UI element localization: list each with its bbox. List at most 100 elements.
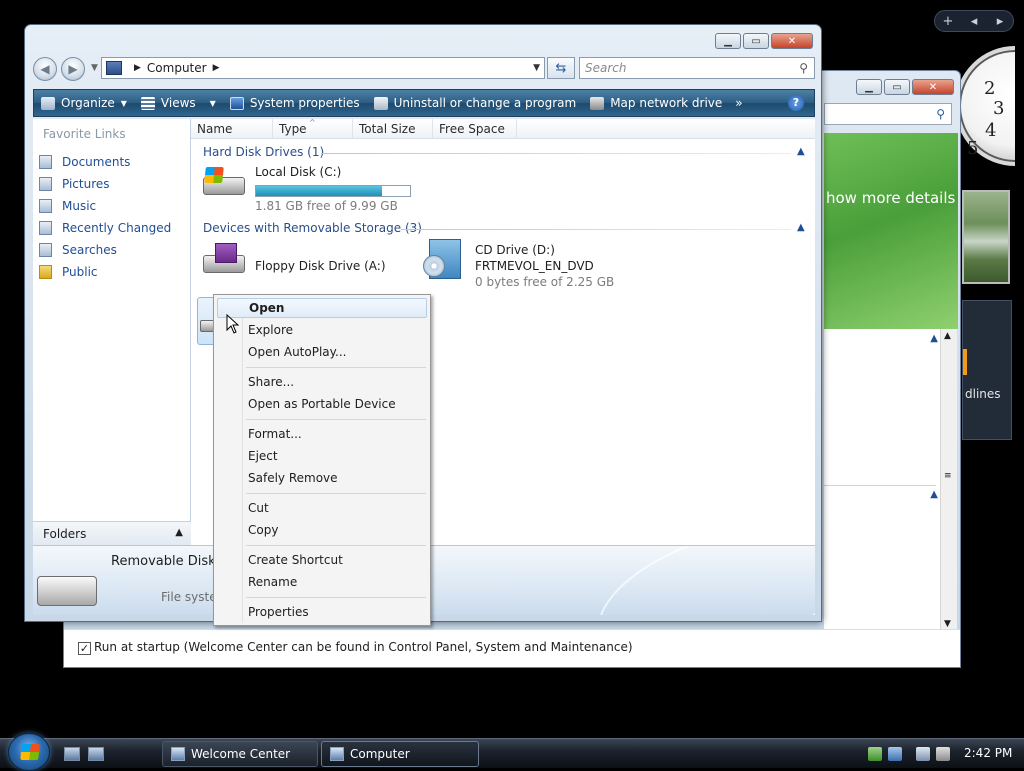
menu-item-eject[interactable]: Eject — [217, 446, 427, 466]
run-at-startup-label: Run at startup (Welcome Center can be fo… — [94, 640, 633, 654]
welcome-search-box[interactable]: ⚲ — [824, 103, 952, 125]
collapse-icon[interactable]: ▲ — [930, 333, 938, 344]
drive-cd-d[interactable]: CD Drive (D:) FRTMEVOL_EN_DVD 0 bytes fr… — [423, 239, 665, 289]
favorite-link-recently-changed[interactable]: Recently Changed — [39, 217, 171, 239]
network-drive-icon — [590, 96, 605, 110]
column-headers: Name Type ^ Total Size Free Space — [191, 118, 815, 139]
column-header-total-size[interactable]: Total Size — [353, 119, 433, 139]
favorite-link-music[interactable]: Music — [39, 195, 171, 217]
run-at-startup-checkbox[interactable]: ✓ — [78, 642, 91, 655]
switch-windows-icon[interactable] — [88, 747, 104, 761]
clock-number: 4 — [985, 120, 997, 141]
menu-item-properties[interactable]: Properties — [217, 602, 427, 622]
maximize-button[interactable]: ▭ — [884, 79, 910, 95]
close-button[interactable]: ✕ — [771, 33, 813, 49]
menu-item-cut[interactable]: Cut — [217, 498, 427, 518]
search-box[interactable]: Search ⚲ — [579, 57, 815, 79]
breadcrumb-computer[interactable]: Computer — [147, 61, 207, 75]
column-header-name[interactable]: Name — [191, 119, 273, 139]
maximize-button[interactable]: ▭ — [743, 33, 769, 49]
chevron-up-icon: ▲ — [175, 527, 183, 538]
uninstall-program-button[interactable]: Uninstall or change a program — [367, 90, 584, 116]
menu-separator — [246, 493, 426, 494]
menu-item-rename[interactable]: Rename — [217, 572, 427, 592]
views-button[interactable]: Views ▼ — [134, 90, 223, 116]
cd-drive-icon — [423, 239, 471, 279]
favorite-link-pictures[interactable]: Pictures — [39, 173, 171, 195]
organize-button[interactable]: Organize ▼ — [34, 90, 134, 116]
vertical-scrollbar[interactable]: ▲ ≡ ▼ — [940, 329, 957, 635]
favorite-link-searches[interactable]: Searches — [39, 239, 171, 261]
column-header-type[interactable]: Type ^ — [273, 118, 353, 139]
next-gadget-button[interactable]: ▸ — [991, 14, 1009, 29]
drive-local-disk-c[interactable]: Local Disk (C:) 1.81 GB free of 9.99 GB — [201, 165, 431, 213]
menu-item-open[interactable]: Open — [217, 298, 427, 318]
computer-icon — [330, 747, 344, 761]
minimize-button[interactable]: ▁ — [715, 33, 741, 49]
volume-muted-icon[interactable] — [936, 747, 950, 761]
close-button[interactable]: ✕ — [912, 79, 954, 95]
taskbar-button-label: Computer — [350, 747, 410, 761]
group-header-hard-disk-drives[interactable]: Hard Disk Drives (1) — [203, 145, 324, 161]
drive-floppy-a[interactable]: Floppy Disk Drive (A:) — [201, 243, 421, 287]
menu-item-explore[interactable]: Explore — [217, 320, 427, 340]
uninstall-icon — [373, 96, 388, 110]
show-more-details-link[interactable]: how more details — [826, 189, 955, 207]
security-center-icon[interactable] — [868, 747, 882, 761]
forward-button[interactable]: ▶ — [61, 57, 85, 81]
folder-icon — [39, 265, 52, 279]
recent-pages-dropdown[interactable]: ▼ — [91, 63, 98, 73]
collapse-group-icon[interactable]: ▲ — [797, 222, 805, 233]
slideshow-gadget[interactable] — [962, 190, 1010, 284]
collapse-group-icon[interactable]: ▲ — [797, 146, 805, 157]
taskbar-button-welcome-center[interactable]: Welcome Center — [162, 741, 318, 767]
collapse-icon[interactable]: ▲ — [930, 489, 938, 500]
network-icon[interactable] — [916, 747, 930, 761]
system-clock[interactable]: 2:42 PM — [964, 746, 1012, 760]
scroll-up-icon[interactable]: ▲ — [944, 331, 951, 341]
menu-item-open-as-portable-device[interactable]: Open as Portable Device — [217, 394, 427, 414]
menu-item-open-autoplay[interactable]: Open AutoPlay... — [217, 342, 427, 362]
windows-update-icon[interactable] — [888, 747, 902, 761]
help-icon[interactable]: ? — [788, 95, 804, 111]
system-properties-button[interactable]: System properties — [223, 90, 367, 116]
menu-item-create-shortcut[interactable]: Create Shortcut — [217, 550, 427, 570]
menu-item-format[interactable]: Format... — [217, 424, 427, 444]
scroll-down-icon[interactable]: ▼ — [944, 619, 951, 629]
address-bar[interactable]: ▶ Computer ▶ ▼ — [101, 57, 545, 79]
favorite-link-documents[interactable]: Documents — [39, 151, 171, 173]
add-gadget-button[interactable]: + — [939, 14, 957, 29]
column-header-free-space[interactable]: Free Space — [433, 119, 517, 139]
notification-area: 2:42 PM — [868, 743, 1018, 765]
start-button[interactable] — [8, 733, 50, 771]
breadcrumb-separator-icon[interactable]: ▶ — [213, 63, 220, 73]
folders-toggle[interactable]: Folders ▲ — [33, 521, 191, 545]
favorite-link-label: Documents — [62, 155, 131, 169]
more-commands-button[interactable]: » — [729, 96, 748, 110]
address-dropdown-icon[interactable]: ▼ — [533, 63, 540, 73]
menu-item-share[interactable]: Share... — [217, 372, 427, 392]
forward-arrow-icon: ▶ — [68, 62, 78, 76]
group-header-removable-storage[interactable]: Devices with Removable Storage (3) — [203, 221, 422, 237]
system-properties-label: System properties — [249, 96, 360, 110]
taskbar-button-computer[interactable]: Computer — [321, 741, 479, 767]
breadcrumb-separator-icon[interactable]: ▶ — [134, 63, 141, 73]
prev-gadget-button[interactable]: ◂ — [965, 14, 983, 29]
feed-headlines-gadget[interactable]: dlines — [962, 300, 1012, 440]
scroll-thumb-grip-icon[interactable]: ≡ — [944, 471, 952, 481]
back-button[interactable]: ◀ — [33, 57, 57, 81]
menu-item-copy[interactable]: Copy — [217, 520, 427, 540]
windows-logo-icon — [204, 167, 224, 183]
minimize-button[interactable]: ▁ — [856, 79, 882, 95]
favorite-link-public[interactable]: Public — [39, 261, 171, 283]
uninstall-label: Uninstall or change a program — [393, 96, 577, 110]
refresh-button[interactable]: ⇆ — [547, 57, 575, 79]
clock-gadget[interactable]: 2 3 4 5 — [955, 46, 1015, 170]
documents-icon — [39, 155, 52, 169]
welcome-footer: ✓ Run at startup (Welcome Center can be … — [64, 629, 960, 667]
map-network-drive-button[interactable]: Map network drive — [583, 90, 729, 116]
menu-item-safely-remove[interactable]: Safely Remove — [217, 468, 427, 488]
show-desktop-icon[interactable] — [64, 747, 80, 761]
search-icon[interactable]: ⚲ — [799, 61, 808, 75]
search-placeholder: Search — [585, 61, 627, 75]
